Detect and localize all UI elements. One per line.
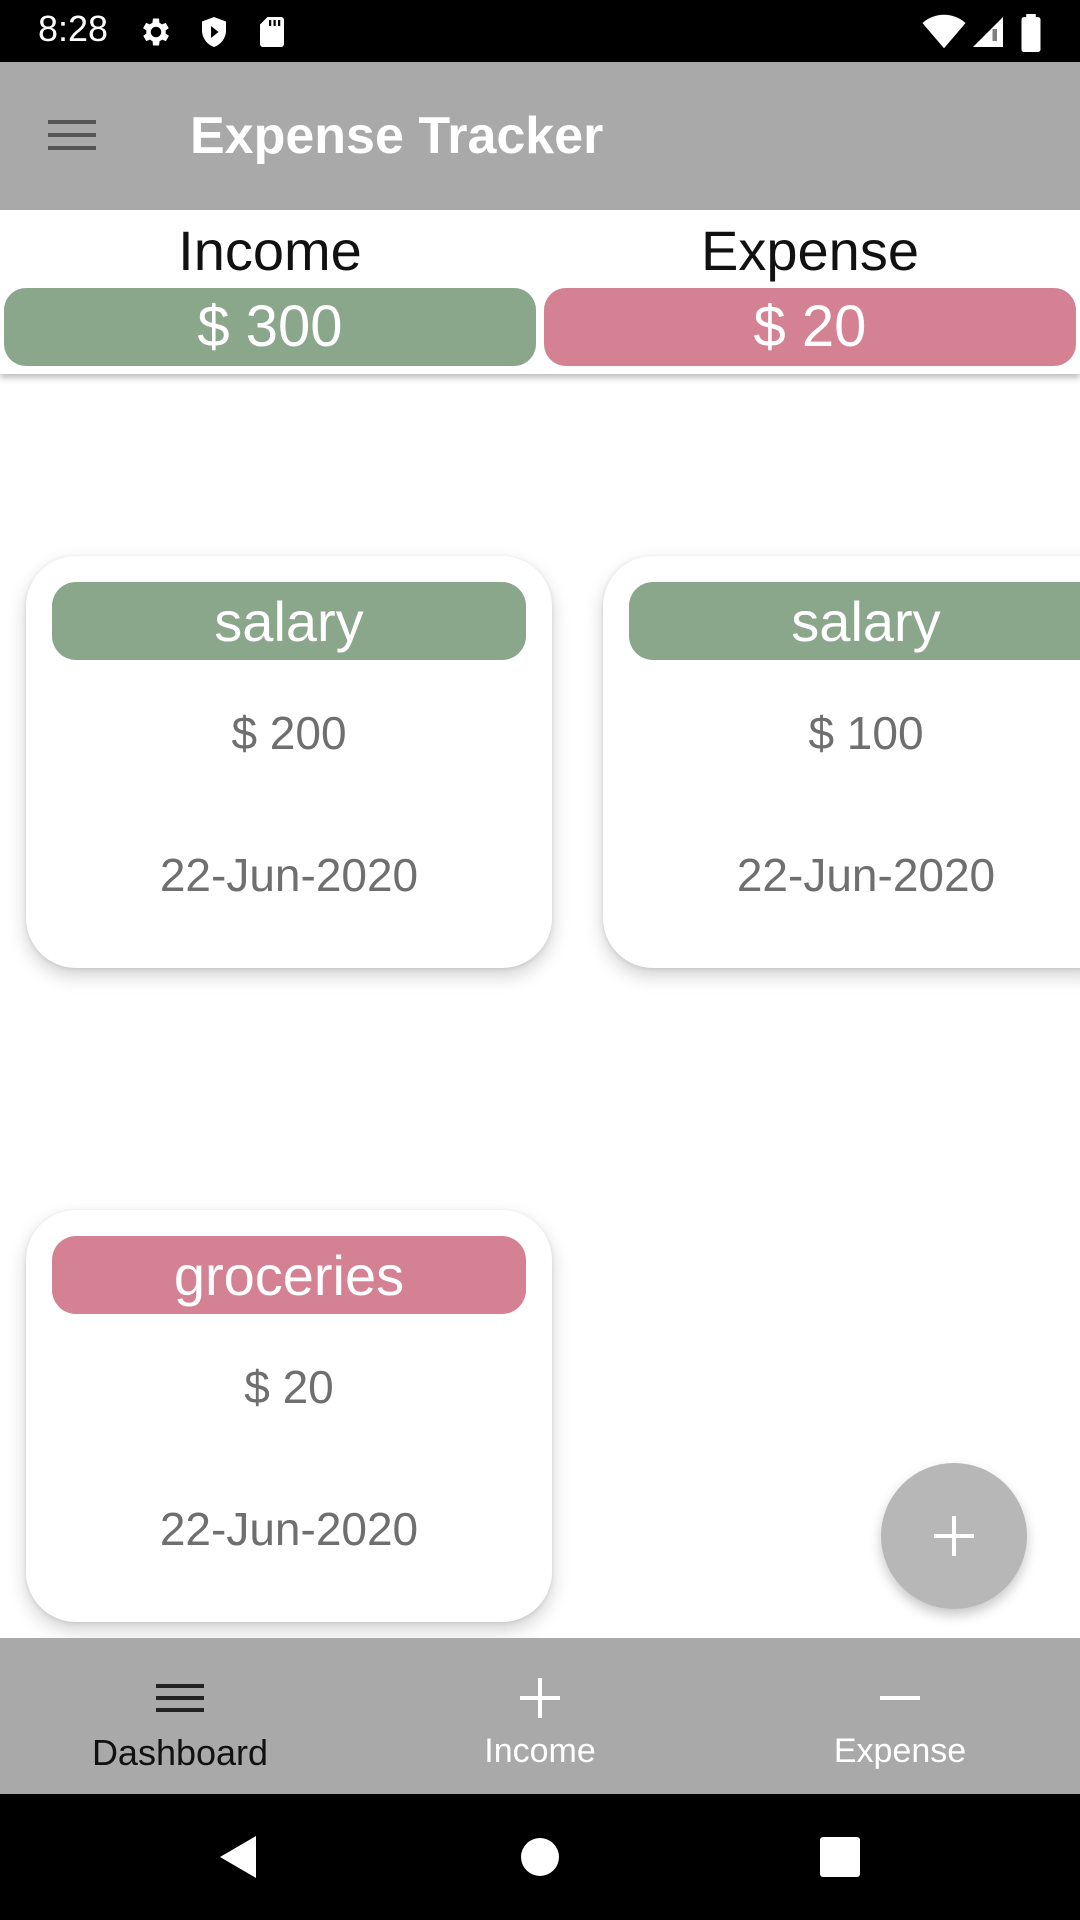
card-amount: $ 200 [231, 707, 347, 759]
status-bar: 8:28 [0, 0, 1080, 62]
signal-icon [970, 14, 1006, 50]
battery-icon [1016, 14, 1046, 53]
app-title: Expense Tracker [190, 107, 604, 165]
plus-icon [520, 1678, 560, 1718]
gear-icon [138, 14, 174, 50]
card-date: 22-Jun-2020 [736, 849, 996, 901]
back-icon[interactable] [214, 1832, 264, 1882]
summary-panel: Income $ 300 Expense $ 20 [0, 210, 1080, 374]
wifi-icon [922, 14, 966, 50]
transaction-card[interactable]: salary $ 100 22-Jun-2020 [603, 556, 1080, 968]
card-date: 22-Jun-2020 [159, 849, 419, 901]
nav-label-income: Income [484, 1732, 596, 1770]
shield-icon [196, 14, 232, 50]
transaction-card[interactable]: salary $ 200 22-Jun-2020 [26, 556, 552, 968]
income-summary: Income $ 300 [0, 210, 540, 374]
nav-label-expense: Expense [833, 1732, 967, 1770]
expense-label: Expense [701, 219, 919, 282]
card-category: groceries [52, 1236, 526, 1314]
plus-icon [934, 1516, 974, 1556]
income-total: $ 300 [4, 288, 536, 366]
income-label: Income [178, 219, 362, 282]
add-transaction-fab[interactable] [881, 1463, 1027, 1609]
hamburger-menu-icon [48, 120, 96, 150]
card-category: salary [52, 582, 526, 660]
card-date: 22-Jun-2020 [159, 1503, 419, 1555]
expense-summary: Expense $ 20 [540, 210, 1080, 374]
card-amount: $ 100 [808, 707, 924, 759]
status-time: 8:28 [38, 8, 109, 49]
home-icon[interactable] [515, 1832, 565, 1882]
minus-icon [880, 1696, 920, 1700]
bottom-nav: Dashboard Income Expense [0, 1638, 1080, 1794]
card-category: salary [629, 582, 1080, 660]
screen: 8:28 Expense Tracker Income $ 300 Expens… [0, 0, 1080, 1920]
nav-label-dashboard: Dashboard [91, 1732, 269, 1773]
menu-button[interactable] [40, 110, 104, 160]
transaction-card[interactable]: groceries $ 20 22-Jun-2020 [26, 1210, 552, 1622]
system-nav-bar [0, 1794, 1080, 1920]
nav-item-income[interactable]: Income [360, 1638, 720, 1794]
card-amount: $ 20 [244, 1361, 334, 1413]
sd-card-icon [254, 14, 290, 50]
recents-icon[interactable] [815, 1832, 865, 1882]
nav-item-dashboard[interactable]: Dashboard [0, 1638, 360, 1794]
app-bar: Expense Tracker [0, 62, 1080, 210]
expense-total: $ 20 [544, 288, 1076, 366]
list-icon [156, 1684, 204, 1712]
nav-item-expense[interactable]: Expense [720, 1638, 1080, 1794]
